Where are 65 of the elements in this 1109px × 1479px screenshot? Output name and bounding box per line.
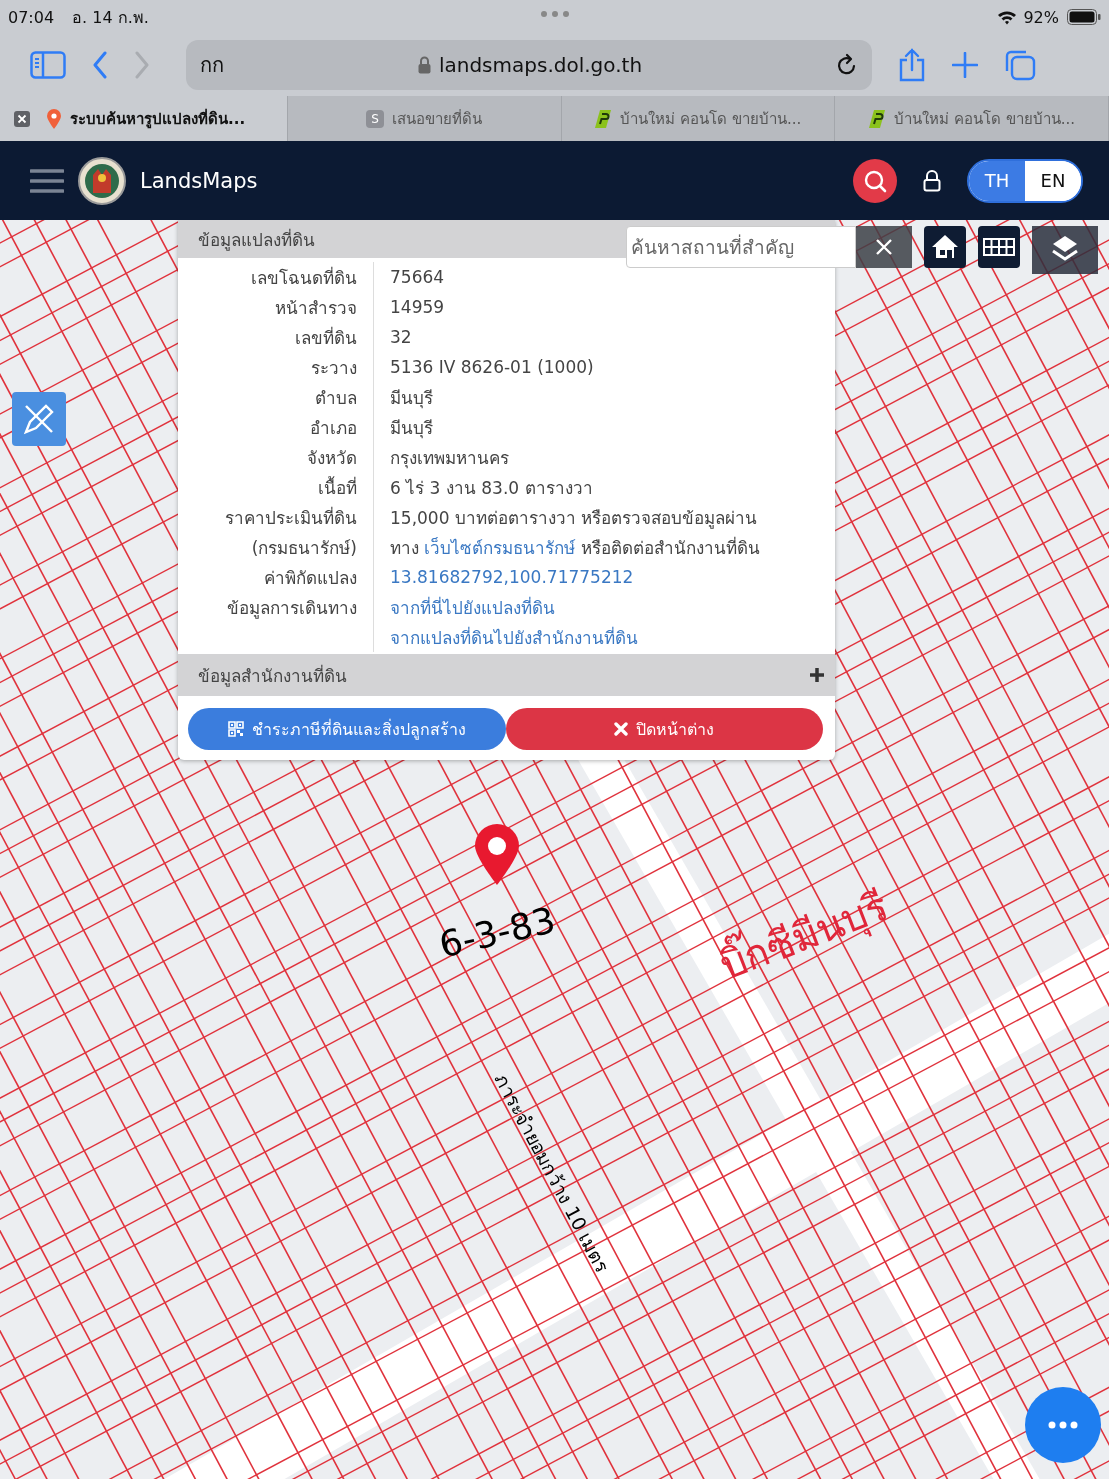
field-value: 14959 bbox=[390, 297, 445, 317]
field-label: ค่าพิกัดแปลง bbox=[264, 566, 357, 590]
pay-tax-button[interactable]: ชำระภาษีที่ดินและสิ่งปลูกสร้าง bbox=[188, 708, 506, 750]
emblem-logo bbox=[78, 156, 126, 205]
more-dots-icon[interactable] bbox=[540, 10, 570, 18]
link[interactable]: จากแปลงที่ดินไปยังสำนักงานที่ดิน bbox=[390, 627, 638, 648]
wifi-icon bbox=[997, 9, 1018, 25]
site-logo-icon bbox=[594, 108, 613, 129]
field-value: มีนบุรี bbox=[390, 417, 433, 438]
expand-icon[interactable] bbox=[809, 667, 825, 683]
clear-search-icon[interactable] bbox=[856, 226, 912, 268]
field-label: อำเภอ bbox=[310, 416, 357, 440]
field-value: 6 ไร่ 3 งาน 83.0 ตารางวา bbox=[390, 477, 593, 498]
field-label: หน้าสำรวจ bbox=[275, 296, 357, 320]
location-pin-icon bbox=[474, 824, 520, 886]
search-icon[interactable] bbox=[853, 158, 897, 203]
field-label: (กรมธนารักษ์) bbox=[251, 536, 357, 560]
browser-tab[interactable]: ระบบค้นหารูปแปลงที่ดิน... bbox=[0, 96, 288, 141]
field-value: มีนบุรี bbox=[390, 387, 433, 408]
field-value: 5136 IV 8626-01 (1000) bbox=[390, 357, 594, 377]
map-pin-icon bbox=[46, 107, 62, 130]
clock-time: 07:04 bbox=[8, 7, 55, 27]
battery-percent: 92% bbox=[1023, 7, 1059, 27]
lock-icon bbox=[417, 56, 431, 74]
layers-icon[interactable] bbox=[1032, 226, 1098, 274]
battery-icon bbox=[1067, 9, 1101, 25]
field-label: เลขที่ดิน bbox=[295, 325, 357, 350]
field-label: ระวาง bbox=[311, 356, 357, 380]
field-value: 75664 bbox=[390, 267, 445, 287]
text-size-button[interactable]: กก bbox=[200, 49, 224, 81]
close-window-button[interactable]: ปิดหน้าต่าง bbox=[505, 708, 823, 750]
close-icon bbox=[614, 722, 629, 736]
field-label: เนื้อที่ bbox=[318, 475, 357, 500]
map-annotation: 6-3-83 bbox=[435, 899, 560, 966]
field-label: ตำบล bbox=[315, 386, 357, 410]
chat-menu-icon[interactable] bbox=[1025, 1387, 1101, 1463]
field-label: ข้อมูลการเดินทาง bbox=[227, 596, 357, 621]
section-header[interactable]: ข้อมูลสำนักงานที่ดิน bbox=[178, 654, 835, 696]
link[interactable]: 13.81682792,100.71775212 bbox=[390, 567, 634, 587]
app-name: LandsMaps bbox=[140, 168, 258, 193]
site-logo-icon bbox=[868, 108, 887, 129]
address-bar[interactable]: กก landsmaps.dol.go.th bbox=[186, 40, 872, 90]
field-value: 32 bbox=[390, 327, 412, 347]
link[interactable]: เว็บไซต์กรมธนารักษ์ bbox=[424, 537, 576, 558]
section-title: ข้อมูลสำนักงานที่ดิน bbox=[198, 663, 347, 689]
field-value: กรุงเทพมหานคร bbox=[390, 447, 509, 468]
field-label: ราคาประเมินที่ดิน bbox=[225, 505, 357, 530]
draw-tool-icon[interactable] bbox=[12, 392, 66, 446]
lock-icon[interactable] bbox=[923, 169, 941, 192]
field-value: ทาง เว็บไซต์กรมธนารักษ์ หรือติดต่อสำนักงานที่ดิน bbox=[390, 537, 760, 558]
qr-code-icon bbox=[227, 721, 244, 737]
grid-icon[interactable] bbox=[978, 226, 1020, 268]
home-icon[interactable] bbox=[924, 226, 966, 268]
place-search-field[interactable]: ค้นหาสถานที่สำคัญ bbox=[626, 226, 856, 268]
reload-icon[interactable] bbox=[836, 53, 858, 77]
field-label: จังหวัด bbox=[307, 446, 357, 470]
status-date: อ. 14 ก.พ. bbox=[72, 6, 149, 29]
close-tab-icon[interactable] bbox=[14, 110, 30, 127]
field-value: 15,000 บาทต่อตารางวา หรือตรวจสอบข้อมูลผ่าน bbox=[390, 507, 758, 528]
site-favicon: S bbox=[366, 109, 385, 128]
menu-icon[interactable] bbox=[30, 167, 64, 194]
field-label: เลขโฉนดที่ดิน bbox=[251, 265, 357, 290]
link[interactable]: จากที่นี่ไปยังแปลงที่ดิน bbox=[390, 597, 555, 618]
url-text: landsmaps.dol.go.th bbox=[438, 53, 643, 77]
language-toggle[interactable]: TH bbox=[969, 160, 1025, 201]
